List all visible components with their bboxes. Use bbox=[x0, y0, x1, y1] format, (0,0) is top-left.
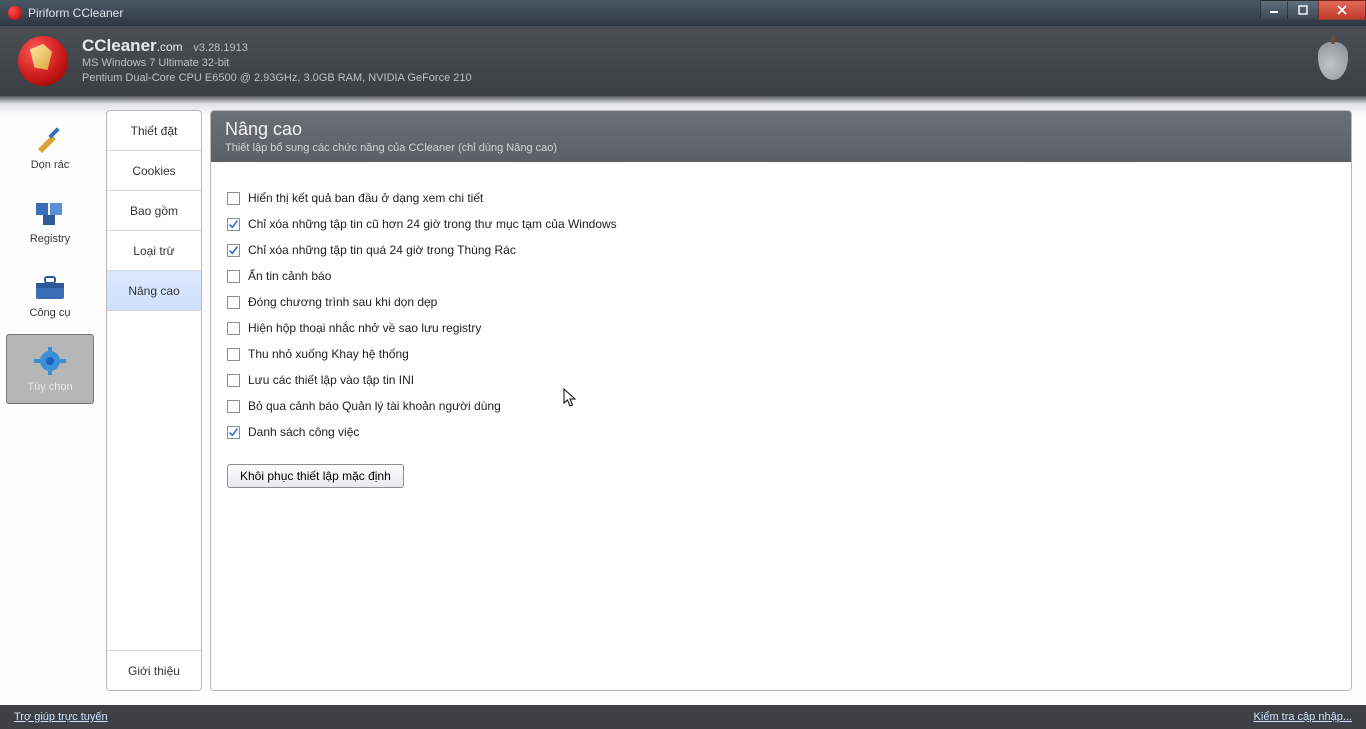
option-row: Chỉ xóa những tập tin cũ hơn 24 giờ tron… bbox=[227, 216, 1335, 232]
gear-icon bbox=[32, 345, 68, 377]
checkbox[interactable] bbox=[227, 374, 240, 387]
registry-icon bbox=[32, 197, 68, 229]
subtab-label: Giới thiệu bbox=[128, 664, 180, 678]
option-label: Hiển thị kết quả ban đầu ở dạng xem chi … bbox=[248, 191, 483, 205]
option-label: Bỏ qua cảnh báo Quản lý tài khoản người … bbox=[248, 399, 501, 413]
minimize-icon bbox=[1269, 5, 1279, 15]
app-version: v3.28.1913 bbox=[193, 42, 247, 54]
nav-options[interactable]: Tùy chọn bbox=[6, 334, 94, 404]
checkbox[interactable] bbox=[227, 270, 240, 283]
option-row: Danh sách công việc bbox=[227, 424, 1335, 440]
check-update-link[interactable]: Kiểm tra cập nhập... bbox=[1254, 711, 1352, 723]
subtab-about[interactable]: Giới thiệu bbox=[107, 650, 201, 690]
subtab-label: Cookies bbox=[132, 164, 175, 178]
brand-title: CCleaner.com v3.28.1913 bbox=[82, 36, 472, 56]
minimize-button[interactable] bbox=[1260, 0, 1288, 20]
option-label: Ẩn tin cảnh báo bbox=[248, 269, 331, 283]
panel-header: Nâng cao Thiết lập bổ sung các chức năng… bbox=[211, 111, 1351, 162]
nav-label: Dọn rác bbox=[31, 159, 70, 171]
subtab-label: Bao gồm bbox=[130, 204, 178, 218]
checkbox[interactable] bbox=[227, 296, 240, 309]
nav-registry[interactable]: Registry bbox=[6, 186, 94, 256]
panel-body: Hiển thị kết quả ban đầu ở dạng xem chi … bbox=[211, 162, 1351, 504]
option-row: Đóng chương trình sau khi dọn dẹp bbox=[227, 294, 1335, 310]
brand-suffix: .com bbox=[157, 40, 183, 54]
checkbox[interactable] bbox=[227, 400, 240, 413]
app-header: CCleaner.com v3.28.1913 MS Windows 7 Ult… bbox=[0, 26, 1366, 96]
option-row: Thu nhỏ xuống Khay hệ thống bbox=[227, 346, 1335, 362]
maximize-icon bbox=[1298, 5, 1308, 15]
subtab-label: Thiết đặt bbox=[131, 124, 178, 138]
window-title: Piriform CCleaner bbox=[28, 6, 123, 20]
content-panel: Nâng cao Thiết lập bổ sung các chức năng… bbox=[210, 110, 1352, 691]
checkbox[interactable] bbox=[227, 348, 240, 361]
option-label: Lưu các thiết lập vào tập tin INI bbox=[248, 373, 414, 387]
toolbox-icon bbox=[32, 271, 68, 303]
nav-label: Tùy chọn bbox=[27, 381, 72, 393]
option-row: Hiện hộp thoại nhắc nhở về sao lưu regis… bbox=[227, 320, 1335, 336]
checkbox[interactable] bbox=[227, 218, 240, 231]
titlebar: Piriform CCleaner bbox=[0, 0, 1366, 26]
broom-icon bbox=[32, 123, 68, 155]
panel-subtitle: Thiết lập bổ sung các chức năng của CCle… bbox=[225, 142, 1337, 154]
app-icon bbox=[8, 6, 22, 20]
options-subtabs: Thiết đặt Cookies Bao gồm Loại trừ Nâng … bbox=[106, 110, 202, 691]
subtab-advanced[interactable]: Nâng cao bbox=[107, 271, 201, 311]
restore-defaults-button[interactable]: Khôi phục thiết lập mặc định bbox=[227, 464, 404, 488]
main-area: Dọn rác Registry Công cụ Tùy chọn Thiết … bbox=[0, 96, 1366, 705]
nav-cleaner[interactable]: Dọn rác bbox=[6, 112, 94, 182]
brand-name: CCleaner bbox=[82, 36, 157, 55]
window-controls bbox=[1261, 0, 1366, 20]
close-button[interactable] bbox=[1318, 0, 1366, 20]
nav-label: Công cụ bbox=[30, 307, 71, 319]
checkbox[interactable] bbox=[227, 244, 240, 257]
close-icon bbox=[1336, 5, 1348, 15]
subtab-label: Nâng cao bbox=[128, 284, 179, 298]
option-label: Danh sách công việc bbox=[248, 425, 359, 439]
left-nav: Dọn rác Registry Công cụ Tùy chọn bbox=[0, 96, 100, 705]
maximize-button[interactable] bbox=[1287, 0, 1319, 20]
option-label: Thu nhỏ xuống Khay hệ thống bbox=[248, 347, 409, 361]
option-row: Lưu các thiết lập vào tập tin INI bbox=[227, 372, 1335, 388]
online-help-link[interactable]: Trợ giúp trực tuyến bbox=[14, 711, 108, 723]
footer-bar: Trợ giúp trực tuyến Kiểm tra cập nhập... bbox=[0, 705, 1366, 729]
subtab-exclude[interactable]: Loại trừ bbox=[107, 231, 201, 271]
option-row: Chỉ xóa những tập tin quá 24 giờ trong T… bbox=[227, 242, 1335, 258]
subtab-settings[interactable]: Thiết đặt bbox=[107, 111, 201, 151]
app-logo bbox=[18, 36, 68, 86]
subtab-cookies[interactable]: Cookies bbox=[107, 151, 201, 191]
option-row: Ẩn tin cảnh báo bbox=[227, 268, 1335, 284]
option-label: Chỉ xóa những tập tin quá 24 giờ trong T… bbox=[248, 243, 516, 257]
subtab-include[interactable]: Bao gồm bbox=[107, 191, 201, 231]
option-row: Bỏ qua cảnh báo Quản lý tài khoản người … bbox=[227, 398, 1335, 414]
subtab-label: Loại trừ bbox=[133, 244, 174, 258]
option-row: Hiển thị kết quả ban đầu ở dạng xem chi … bbox=[227, 190, 1335, 206]
panel-title: Nâng cao bbox=[225, 119, 1337, 140]
nav-label: Registry bbox=[30, 233, 70, 245]
option-label: Đóng chương trình sau khi dọn dẹp bbox=[248, 295, 437, 309]
checkbox[interactable] bbox=[227, 322, 240, 335]
checkbox[interactable] bbox=[227, 192, 240, 205]
system-info-line2: Pentium Dual-Core CPU E6500 @ 2.93GHz, 3… bbox=[82, 71, 472, 86]
checkbox[interactable] bbox=[227, 426, 240, 439]
option-label: Chỉ xóa những tập tin cũ hơn 24 giờ tron… bbox=[248, 217, 617, 231]
nav-tools[interactable]: Công cụ bbox=[6, 260, 94, 330]
option-label: Hiện hộp thoại nhắc nhở về sao lưu regis… bbox=[248, 321, 481, 335]
piriform-icon bbox=[1318, 42, 1348, 80]
system-info-line1: MS Windows 7 Ultimate 32-bit bbox=[82, 56, 472, 71]
